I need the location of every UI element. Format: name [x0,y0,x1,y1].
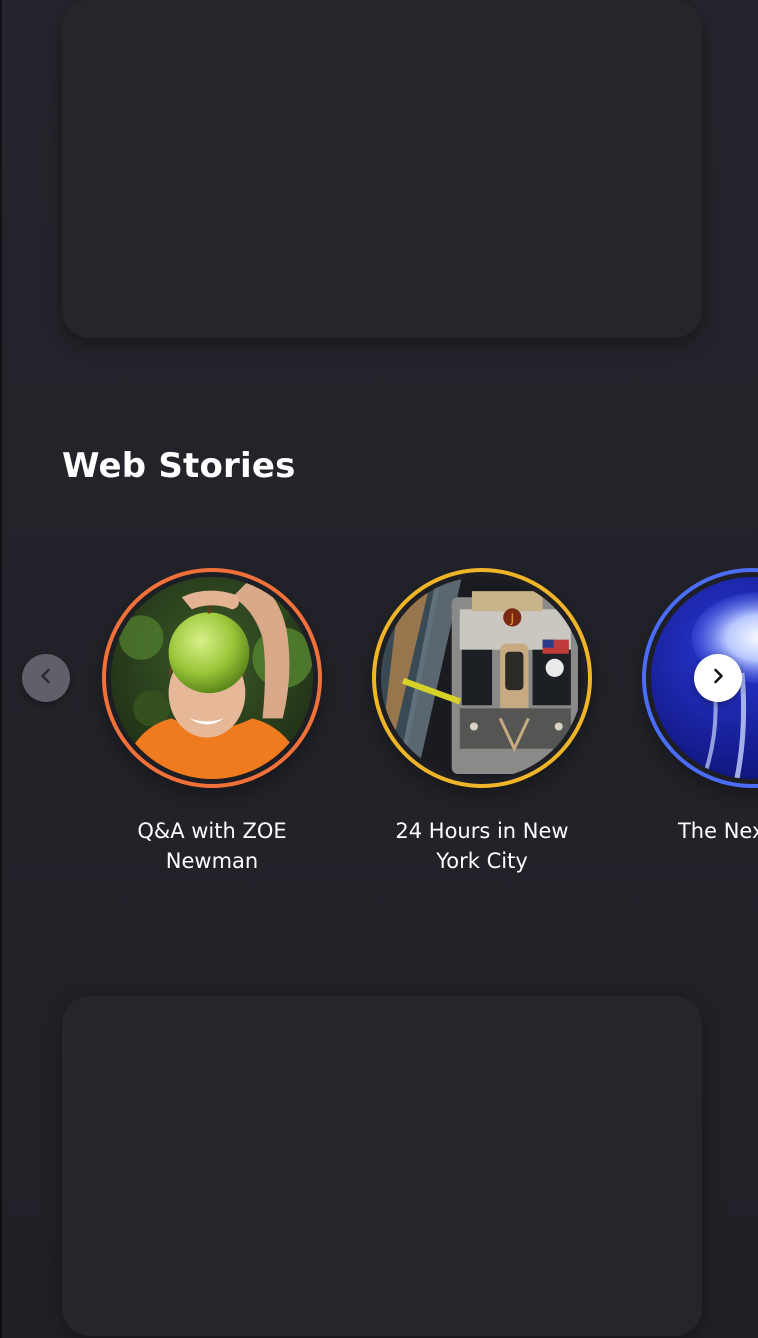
section-title: Web Stories [62,446,296,486]
story-item-next-k[interactable]: The Next K Se [632,568,758,846]
placeholder-card-top [62,0,702,338]
story-item-qa-zoe-newman[interactable]: Q&A with ZOE Newman [92,568,332,876]
subway-train-image: J [381,577,583,779]
story-ring[interactable] [102,568,322,788]
placeholder-card-bottom [62,996,702,1336]
chevron-right-icon [708,666,728,690]
story-ring[interactable]: J [372,568,592,788]
woman-holding-apple-image [111,577,313,779]
page: Web Stories Q&A with ZOE Newman J 24 Hou… [0,0,758,1338]
chevron-left-icon [36,666,56,690]
story-label[interactable]: Q&A with ZOE Newman [92,816,332,876]
story-label[interactable]: The Next K Se [632,816,758,846]
story-label[interactable]: 24 Hours in New York City [362,816,602,876]
carousel-prev-button[interactable] [22,654,70,702]
web-stories-carousel: Q&A with ZOE Newman J 24 Hours in New Yo… [2,560,758,900]
svg-text:J: J [510,611,515,625]
story-item-24-hours-nyc[interactable]: J 24 Hours in New York City [362,568,602,876]
carousel-next-button[interactable] [694,654,742,702]
